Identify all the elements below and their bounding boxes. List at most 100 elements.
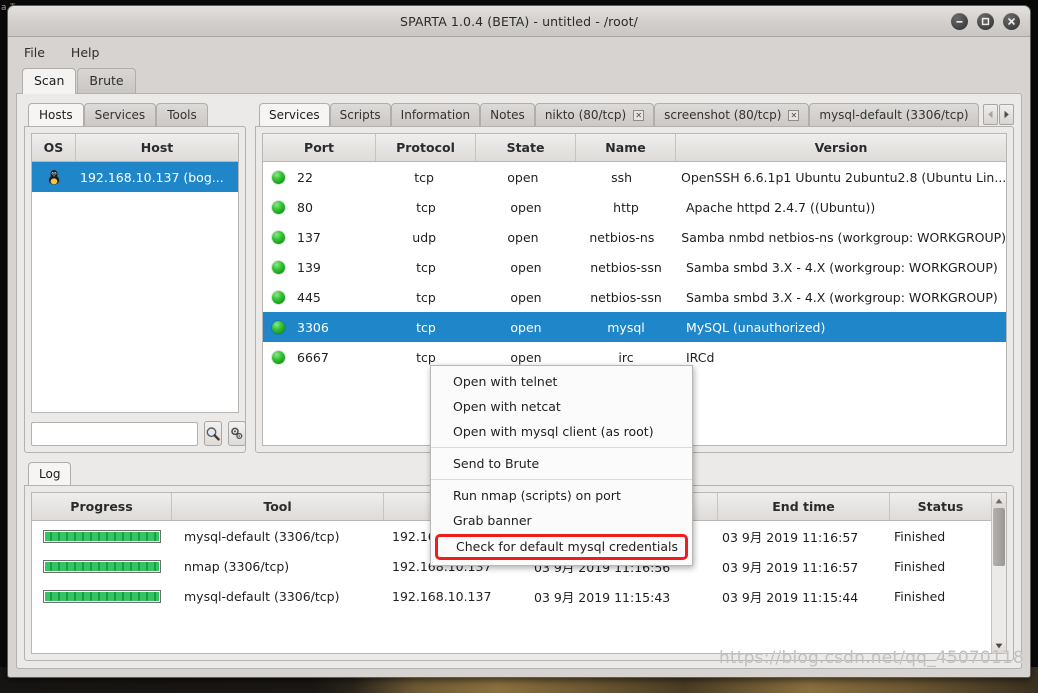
tab-information[interactable]: Information xyxy=(390,103,481,126)
log-tool-label: nmap (3306/tcp) xyxy=(184,558,290,574)
log-start-time-label: 03 9月 2019 11:15:43 xyxy=(534,589,671,605)
services-tab-list: Services Scripts Information Notes nikto xyxy=(259,103,983,126)
maximize-button[interactable] xyxy=(977,13,994,30)
menu-help[interactable]: Help xyxy=(67,43,104,62)
column-header-host[interactable]: Host xyxy=(76,134,238,161)
column-header-protocol[interactable]: Protocol xyxy=(376,134,476,161)
service-port-label: 445 xyxy=(297,289,321,305)
services-table-header: Port Protocol State Name Version xyxy=(263,134,1006,162)
context-menu-item-open-with-mysql-client-as-root[interactable]: Open with mysql client (as root) xyxy=(431,419,692,444)
tab-label: Notes xyxy=(490,108,525,122)
column-header-port[interactable]: Port xyxy=(263,134,376,161)
log-end-time-label: 03 9月 2019 11:16:57 xyxy=(722,529,859,545)
hosts-panel-body: OS Host 192.168.10.137 (bog... xyxy=(24,126,246,453)
hosts-table: OS Host 192.168.10.137 (bog... xyxy=(31,133,239,413)
tab-label: mysql-default (3306/tcp) xyxy=(819,108,969,122)
table-row[interactable]: 22 tcp open ssh OpenSSH 6.6.1p1 Ubuntu 2ubun… xyxy=(263,162,1006,192)
status-dot-open xyxy=(272,320,285,334)
log-host-label: 192.168.10.137 xyxy=(392,588,492,604)
table-row[interactable]: 80 tcp open http Apache httpd 2.4.7 ((Ubuntu… xyxy=(263,192,1006,222)
table-row[interactable]: 137 udp open netbios-ns Samba nmbd netbios-n… xyxy=(263,222,1006,252)
service-state-label: open xyxy=(510,349,542,365)
tab-mysql-default-3306[interactable]: mysql-default (3306/tcp) xyxy=(809,103,979,126)
column-header-status[interactable]: Status xyxy=(890,493,991,520)
window-title: SPARTA 1.0.4 (BETA) - untitled - /root/ xyxy=(400,13,638,29)
log-tool-label: mysql-default (3306/tcp) xyxy=(184,528,340,544)
status-dot-open xyxy=(272,260,285,274)
log-end-time-label: 03 9月 2019 11:16:57 xyxy=(722,559,859,575)
minimize-button[interactable] xyxy=(951,13,968,30)
tab-label: Scripts xyxy=(339,108,381,122)
service-name-label: netbios-ns xyxy=(589,229,655,245)
context-menu-item-run-nmap-scripts-on-port[interactable]: Run nmap (scripts) on port xyxy=(431,483,692,508)
service-version-label: Samba smbd 3.X - 4.X (workgroup: WORKGRO… xyxy=(686,259,998,275)
service-version-label: Apache httpd 2.4.7 ((Ubuntu)) xyxy=(686,199,876,215)
context-menu-item-check-for-default-mysql-credentials[interactable]: Check for default mysql credentials xyxy=(435,534,688,560)
close-button[interactable] xyxy=(1003,13,1020,30)
column-header-progress[interactable]: Progress xyxy=(32,493,172,520)
column-header-version[interactable]: Version xyxy=(676,134,1006,161)
service-protocol-label: tcp xyxy=(416,289,436,305)
service-state-label: open xyxy=(510,319,542,335)
service-version-label: OpenSSH 6.6.1p1 Ubuntu 2ubuntu2.8 (Ubunt… xyxy=(681,169,1006,185)
table-row[interactable]: 445 tcp open netbios-ssn Samba smbd 3.X - 4.… xyxy=(263,282,1006,312)
watermark-text: https://blog.csdn.net/qq_45070118 xyxy=(718,648,1024,668)
context-menu-item-grab-banner[interactable]: Grab banner xyxy=(431,508,692,533)
tab-scan[interactable]: Scan xyxy=(22,68,77,94)
service-protocol-label: tcp xyxy=(416,199,436,215)
sidebar-item-tools[interactable]: Tools xyxy=(156,103,208,126)
tab-nikto-80[interactable]: nikto (80/tcp) ✕ xyxy=(534,103,655,126)
search-input[interactable] xyxy=(31,421,198,446)
title-bar: SPARTA 1.0.4 (BETA) - untitled - /root/ xyxy=(8,6,1030,37)
table-row[interactable]: 3306 tcp open mysql MySQL (unauthorized) xyxy=(263,312,1006,342)
service-port-label: 6667 xyxy=(297,349,329,365)
tab-scripts[interactable]: Scripts xyxy=(329,103,391,126)
column-header-name[interactable]: Name xyxy=(576,134,676,161)
hosts-table-header: OS Host xyxy=(32,134,238,162)
tab-log[interactable]: Log xyxy=(28,462,72,486)
table-row[interactable]: 192.168.10.137 (bog... xyxy=(32,162,238,192)
column-header-end-time[interactable]: End time xyxy=(718,493,890,520)
close-icon[interactable]: ✕ xyxy=(788,109,800,121)
scroll-up-icon[interactable] xyxy=(992,493,1006,508)
context-menu-item-open-with-telnet[interactable]: Open with telnet xyxy=(431,369,692,394)
service-name-label: irc xyxy=(618,349,634,365)
scrollbar-track[interactable] xyxy=(992,508,1006,638)
status-dot-open xyxy=(272,290,285,304)
service-protocol-label: tcp xyxy=(416,259,436,275)
table-row[interactable]: mysql-default (3306/tcp) 192.168.10.137 03… xyxy=(32,581,991,611)
service-name-label: netbios-ssn xyxy=(590,259,662,275)
window-controls xyxy=(951,13,1020,30)
scrollbar-thumb[interactable] xyxy=(993,508,1005,566)
column-header-tool[interactable]: Tool xyxy=(172,493,384,520)
log-scrollbar[interactable] xyxy=(991,493,1006,653)
column-header-os[interactable]: OS xyxy=(32,134,76,161)
host-search-row xyxy=(31,413,246,446)
column-header-state[interactable]: State xyxy=(476,134,576,161)
chevron-right-icon[interactable] xyxy=(999,104,1014,125)
service-port-label: 80 xyxy=(297,199,313,215)
menu-file[interactable]: File xyxy=(20,43,49,62)
context-menu-item-send-to-brute[interactable]: Send to Brute xyxy=(431,451,692,476)
menu-separator xyxy=(431,447,692,448)
service-name-label: http xyxy=(613,199,639,215)
sidebar-item-hosts[interactable]: Hosts xyxy=(28,103,84,127)
service-state-label: open xyxy=(507,169,539,185)
tab-notes[interactable]: Notes xyxy=(480,103,535,126)
chevron-left-icon[interactable] xyxy=(983,104,998,125)
tab-brute[interactable]: Brute xyxy=(77,68,136,93)
gears-icon[interactable] xyxy=(228,421,246,446)
table-row[interactable]: 139 tcp open netbios-ssn Samba smbd 3.X - 4.… xyxy=(263,252,1006,282)
tab-services[interactable]: Services xyxy=(259,103,330,126)
service-name-label: netbios-ssn xyxy=(590,289,662,305)
tab-screenshot-80[interactable]: screenshot (80/tcp) ✕ xyxy=(654,103,810,126)
progress-bar xyxy=(43,529,161,543)
context-menu-item-open-with-netcat[interactable]: Open with netcat xyxy=(431,394,692,419)
tab-label: Services xyxy=(269,108,320,122)
hosts-panel: Hosts Services Tools OS Host 192.168.10.… xyxy=(24,101,246,453)
sidebar-item-services[interactable]: Services xyxy=(83,103,157,126)
search-icon[interactable] xyxy=(204,421,222,446)
menu-bar: File Help xyxy=(8,37,1030,67)
close-icon[interactable]: ✕ xyxy=(633,109,645,121)
service-port-label: 22 xyxy=(297,169,313,185)
